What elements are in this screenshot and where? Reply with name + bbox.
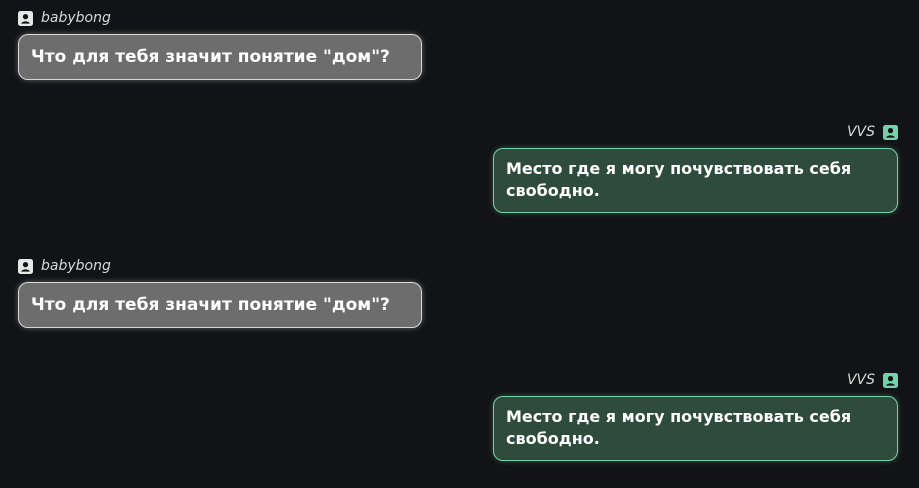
message-bubble: Место где я могу почувствовать себя своб… [493, 148, 898, 213]
message-bubble: Что для тебя значит понятие "дом"? [18, 34, 422, 80]
user-icon [18, 258, 33, 274]
message-bubble: Что для тебя значит понятие "дом"? [18, 282, 422, 328]
user-icon [883, 124, 898, 140]
message-left: babybong Что для тебя значит понятие "до… [18, 257, 422, 328]
message-right: VVS Место где я могу почувствовать себя … [493, 371, 898, 461]
user-icon [18, 10, 33, 26]
message-text: Что для тебя значит понятие "дом"? [31, 47, 390, 67]
message-text: Место где я могу почувствовать себя своб… [506, 407, 852, 448]
message-right: VVS Место где я могу почувствовать себя … [493, 123, 898, 213]
message-text: Место где я могу почувствовать себя своб… [506, 159, 852, 200]
chat-log: babybong Что для тебя значит понятие "до… [0, 0, 919, 488]
message-author: VVS [493, 371, 898, 389]
message-author: VVS [493, 123, 898, 141]
author-name: VVS [846, 124, 875, 140]
message-author: babybong [18, 9, 422, 27]
author-name: VVS [846, 372, 875, 388]
message-left: babybong Что для тебя значит понятие "до… [18, 9, 422, 80]
author-name: babybong [41, 10, 111, 26]
message-author: babybong [18, 257, 422, 275]
message-text: Что для тебя значит понятие "дом"? [31, 295, 390, 315]
message-bubble: Место где я могу почувствовать себя своб… [493, 396, 898, 461]
user-icon [883, 372, 898, 388]
author-name: babybong [41, 258, 111, 274]
